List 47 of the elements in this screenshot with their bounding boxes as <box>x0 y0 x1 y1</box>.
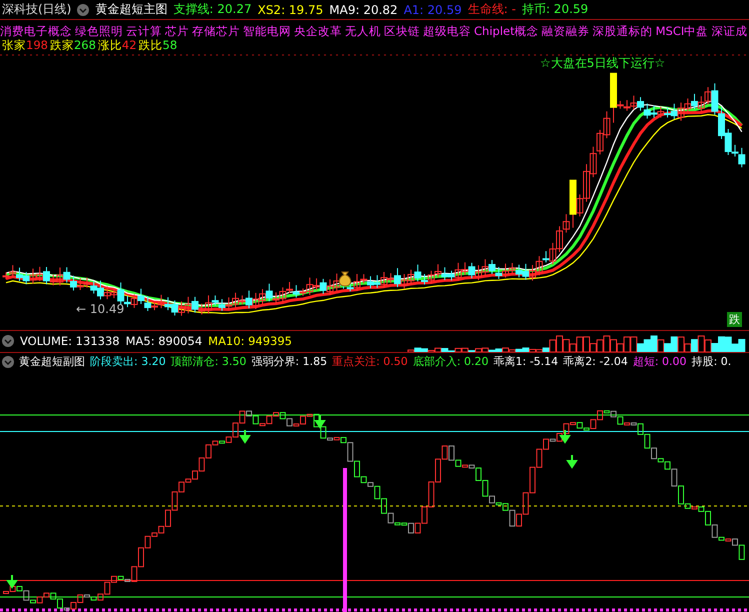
indicator-value: VOLUME: 131338 <box>20 334 120 348</box>
indicator-value: 底部介入: 0.20 <box>412 354 489 369</box>
concept-tag: 芯片 <box>165 24 189 38</box>
indicator-name[interactable]: 黄金超短副图 <box>19 354 85 369</box>
breadth-value: 58 <box>162 38 178 52</box>
indicator-value: 持币: 20.59 <box>522 1 588 18</box>
fall-signal-badge: 跌 <box>727 312 742 327</box>
indicator-value: 强弱分界: 1.85 <box>251 354 328 369</box>
concept-tag: 央企改革 <box>294 24 342 38</box>
breadth-label: 张家 <box>2 38 26 52</box>
concept-tag: 深证成 <box>711 24 748 38</box>
indicator-value: MA9: 20.82 <box>329 2 398 16</box>
concept-tag: 无人机 <box>345 24 381 38</box>
breadth-value: 198 <box>26 38 48 52</box>
indicator-value: 生命线: - <box>468 1 516 18</box>
indicator-value: A1: 20.59 <box>404 2 462 16</box>
breadth-value: 268 <box>74 38 96 52</box>
indicator-value: 顶部清仓: 3.50 <box>170 354 246 369</box>
indicator-value: 乖离1: -5.14 <box>494 354 558 369</box>
market-notice: ☆大盘在5日线下运行☆ <box>540 55 666 72</box>
indicator-value: 重点关注: 0.50 <box>332 354 408 369</box>
concept-tag: 云计算 <box>126 24 162 38</box>
concept-tag: 区块链 <box>384 24 420 38</box>
indicator-value: XS2: 19.75 <box>258 2 324 16</box>
concept-tag: 消费电子概念 <box>0 24 72 38</box>
concept-tag: 融资融券 <box>542 24 590 38</box>
concept-tag: 深股通标的 <box>592 24 653 38</box>
indicator-value: 支撑线: 20.27 <box>173 1 252 18</box>
indicator-value: MA10: 949395 <box>208 334 292 348</box>
concept-tag: Chiplet概念 <box>474 24 539 38</box>
indicator-value: 超短: 0.00 <box>632 354 687 369</box>
breadth-label: 跌家 <box>50 38 74 52</box>
concept-tag: 存储芯片 <box>192 24 240 38</box>
concept-tag: 绿色照明 <box>75 24 123 38</box>
indicator-value: MA5: 890054 <box>126 334 202 348</box>
breadth-label: 涨比 <box>98 38 122 52</box>
breadth-label: 跌比 <box>138 38 163 52</box>
concept-tag: 超级电容 <box>423 24 471 38</box>
indicator-value: 乖离2: -2.04 <box>563 354 628 369</box>
stock-title: 深科技(日线) <box>2 1 72 18</box>
indicator-value: 持股: 0. <box>692 354 732 369</box>
indicator-value: 阶段卖出: 3.20 <box>90 354 166 369</box>
low-price-label: ← 10.49 <box>76 302 124 316</box>
concept-tag: MSCI中盘 <box>656 24 708 38</box>
breadth-value: 42 <box>122 38 137 52</box>
indicator-name[interactable]: 黄金超短主图 <box>95 1 168 18</box>
concept-tag: 智能电网 <box>243 24 291 38</box>
